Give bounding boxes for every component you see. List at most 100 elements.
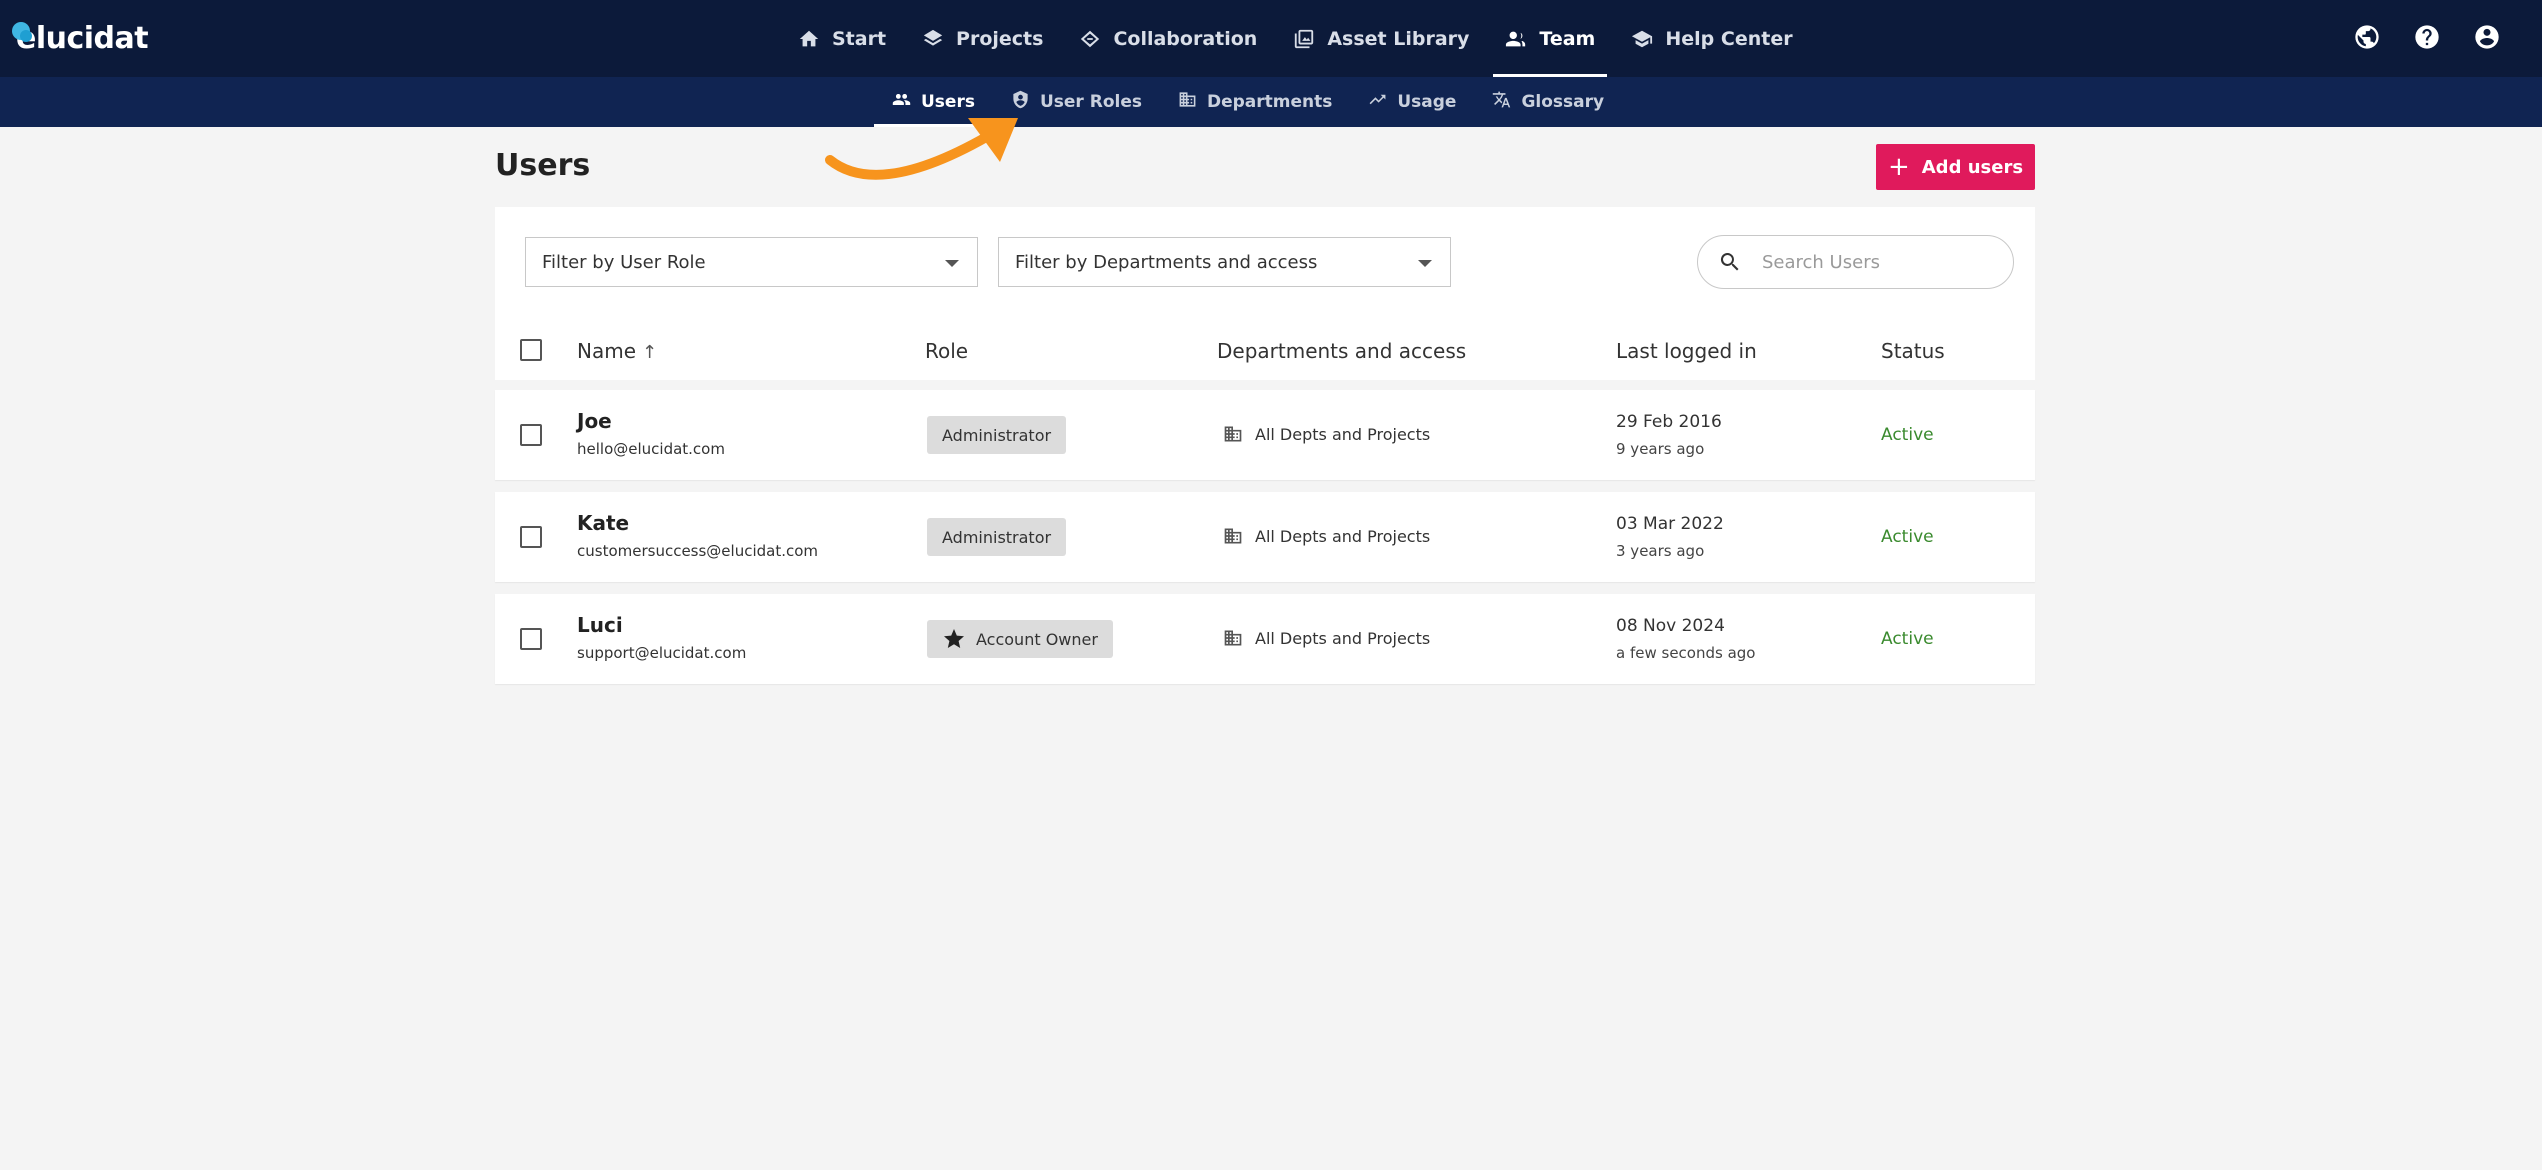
department-label: All Depts and Projects bbox=[1255, 628, 1431, 648]
tab-usage-label: Usage bbox=[1397, 92, 1457, 112]
nav-team-label: Team bbox=[1539, 27, 1596, 50]
column-departments-header: Departments and access bbox=[1217, 339, 1467, 363]
nav-asset-library[interactable]: Asset Library bbox=[1275, 0, 1487, 77]
team-icon bbox=[1505, 28, 1527, 50]
nav-projects-label: Projects bbox=[956, 27, 1044, 50]
account-icon[interactable] bbox=[2472, 22, 2502, 52]
column-status-header: Status bbox=[1881, 339, 1945, 363]
logo-mark-icon bbox=[12, 22, 32, 42]
sort-ascending-icon: ↑ bbox=[642, 342, 658, 363]
nav-asset-library-label: Asset Library bbox=[1327, 27, 1470, 50]
column-role-header: Role bbox=[925, 339, 969, 363]
header-actions bbox=[2352, 22, 2502, 52]
department-label: All Depts and Projects bbox=[1255, 526, 1431, 546]
nav-team[interactable]: Team bbox=[1487, 0, 1613, 77]
plus-icon: + bbox=[1887, 152, 1910, 182]
department-label: All Depts and Projects bbox=[1255, 424, 1431, 444]
user-name: Joe bbox=[577, 409, 612, 433]
chevron-down-icon bbox=[945, 260, 959, 267]
trending-up-icon bbox=[1368, 90, 1387, 114]
role-badge: Administrator bbox=[927, 416, 1067, 454]
role-filter-select[interactable]: Filter by User Role bbox=[525, 237, 978, 287]
tab-glossary-label: Glossary bbox=[1521, 92, 1605, 112]
last-login-date: 03 Mar 2022 bbox=[1616, 514, 1724, 534]
nav-collaboration[interactable]: Collaboration bbox=[1061, 0, 1275, 77]
role-badge: Account Owner bbox=[927, 620, 1113, 658]
translate-icon bbox=[1492, 90, 1511, 114]
user-email: hello@elucidat.com bbox=[577, 440, 725, 458]
tab-usage[interactable]: Usage bbox=[1350, 77, 1474, 127]
last-login-relative: a few seconds ago bbox=[1616, 644, 1756, 662]
annotation-arrow-icon bbox=[825, 118, 1018, 180]
search-icon bbox=[1720, 253, 1739, 271]
column-name-header[interactable]: Name ↑ bbox=[577, 339, 657, 363]
tab-user-roles-label: User Roles bbox=[1039, 92, 1142, 112]
department-filter-select[interactable]: Filter by Departments and access bbox=[998, 237, 1451, 287]
role-label: Administrator bbox=[942, 527, 1052, 547]
department-access: All Depts and Projects bbox=[1223, 628, 1430, 648]
row-checkbox[interactable] bbox=[520, 424, 542, 446]
table-header: Name ↑ Role Departments and access Last l… bbox=[495, 319, 2035, 380]
building-icon bbox=[1224, 528, 1242, 544]
row-checkbox[interactable] bbox=[520, 526, 542, 548]
search-input[interactable] bbox=[1762, 251, 1982, 273]
globe-icon[interactable] bbox=[2352, 22, 2382, 52]
department-access: All Depts and Projects bbox=[1223, 526, 1430, 546]
last-login-date: 08 Nov 2024 bbox=[1616, 616, 1725, 636]
chevron-down-icon bbox=[1418, 260, 1432, 267]
table-row[interactable]: Joe hello@elucidat.com Administrator All… bbox=[495, 390, 2035, 480]
user-name: Luci bbox=[577, 613, 623, 637]
nav-help-center[interactable]: Help Center bbox=[1613, 0, 1810, 77]
help-icon[interactable] bbox=[2412, 22, 2442, 52]
add-users-label: Add users bbox=[1921, 156, 2024, 178]
sub-navigation-bar: Users User Roles Departments Usage Gloss… bbox=[0, 77, 2542, 127]
role-filter-value: Filter by User Role bbox=[542, 251, 706, 273]
role-label: Administrator bbox=[942, 425, 1052, 445]
role-badge: Administrator bbox=[927, 518, 1067, 556]
role-label: Account Owner bbox=[976, 629, 1098, 649]
status-badge: Active bbox=[1881, 425, 1934, 445]
department-access: All Depts and Projects bbox=[1223, 424, 1430, 444]
tab-departments-label: Departments bbox=[1206, 92, 1333, 112]
status-badge: Active bbox=[1881, 629, 1934, 649]
column-name-label: Name bbox=[577, 339, 637, 363]
tab-glossary[interactable]: Glossary bbox=[1474, 77, 1622, 127]
building-icon bbox=[1178, 90, 1197, 114]
user-email: customersuccess@elucidat.com bbox=[577, 542, 819, 560]
add-users-button[interactable]: + Add users bbox=[1876, 144, 2035, 190]
table-row[interactable]: Kate customersuccess@elucidat.com Admini… bbox=[495, 492, 2035, 582]
user-email: support@elucidat.com bbox=[577, 644, 747, 662]
graduation-cap-icon bbox=[1631, 28, 1653, 50]
department-filter-value: Filter by Departments and access bbox=[1015, 251, 1318, 273]
star-icon bbox=[944, 629, 964, 648]
search-box bbox=[1697, 235, 2014, 289]
top-navigation-bar: elucidat Start Projects Collaboration As… bbox=[0, 0, 2542, 77]
page-title: Users bbox=[495, 148, 591, 183]
nav-help-center-label: Help Center bbox=[1665, 27, 1793, 50]
last-login-relative: 3 years ago bbox=[1616, 542, 1705, 560]
last-login-date: 29 Feb 2016 bbox=[1616, 412, 1722, 432]
layers-icon bbox=[922, 28, 944, 50]
user-name: Kate bbox=[577, 511, 630, 535]
collaboration-icon bbox=[1079, 28, 1101, 50]
image-library-icon bbox=[1293, 28, 1315, 50]
column-last-logged-in-header: Last logged in bbox=[1616, 339, 1757, 363]
nav-start-label: Start bbox=[832, 27, 887, 50]
last-login-relative: 9 years ago bbox=[1616, 440, 1705, 458]
row-checkbox[interactable] bbox=[520, 628, 542, 650]
status-badge: Active bbox=[1881, 527, 1934, 547]
nav-projects[interactable]: Projects bbox=[904, 0, 1061, 77]
users-table-card: Filter by User Role Filter by Department… bbox=[495, 207, 2035, 380]
select-all-checkbox[interactable] bbox=[520, 339, 542, 361]
tab-users-label: Users bbox=[921, 92, 975, 112]
table-row[interactable]: Luci support@elucidat.com Account Owner … bbox=[495, 594, 2035, 684]
tab-departments[interactable]: Departments bbox=[1160, 77, 1350, 127]
logo-text: elucidat bbox=[16, 20, 149, 56]
building-icon bbox=[1224, 426, 1242, 442]
home-icon bbox=[798, 28, 820, 50]
nav-start[interactable]: Start bbox=[780, 0, 904, 77]
building-icon bbox=[1224, 630, 1242, 646]
elucidat-logo[interactable]: elucidat bbox=[12, 18, 149, 58]
nav-collaboration-label: Collaboration bbox=[1113, 27, 1258, 50]
main-nav: Start Projects Collaboration Asset Libra… bbox=[780, 0, 1811, 77]
